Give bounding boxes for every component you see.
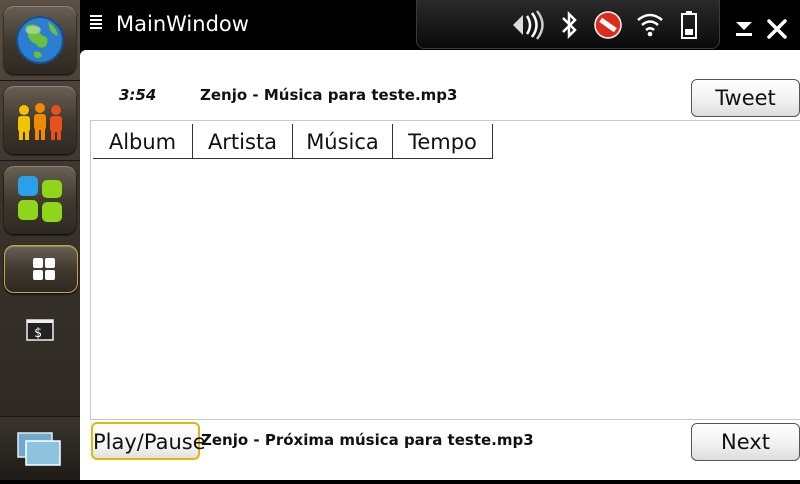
speaker-icon bbox=[513, 10, 544, 40]
status-area[interactable] bbox=[416, 0, 720, 49]
terminal-icon: $ bbox=[26, 319, 54, 341]
battery-icon bbox=[681, 11, 697, 39]
title-bar: MainWindow bbox=[80, 0, 800, 50]
globe-icon bbox=[16, 16, 64, 64]
app-dock: $ bbox=[0, 0, 80, 480]
column-header-artist[interactable]: Artista bbox=[193, 124, 293, 158]
column-header-album[interactable]: Album bbox=[93, 124, 193, 158]
bluetooth-icon bbox=[562, 10, 577, 40]
now-playing-track: Zenjo - Música para teste.mp3 bbox=[200, 86, 458, 104]
next-track-name: Zenjo - Próxima música para teste.mp3 bbox=[201, 431, 534, 449]
minimize-icon[interactable] bbox=[734, 18, 754, 38]
apps-grid-icon bbox=[18, 176, 62, 222]
column-header-song[interactable]: Música bbox=[293, 124, 393, 158]
play-pause-button[interactable]: Play/Pause bbox=[91, 422, 206, 460]
main-content: 3:54 Zenjo - Música para teste.mp3 Tweet… bbox=[80, 50, 800, 480]
wifi-icon bbox=[637, 13, 663, 37]
tweet-button[interactable]: Tweet bbox=[691, 79, 800, 117]
window-title[interactable]: MainWindow bbox=[116, 12, 249, 36]
people-icon bbox=[18, 103, 62, 140]
dashboard-icon bbox=[33, 258, 55, 280]
table-header: Album Artista Música Tempo bbox=[93, 124, 493, 159]
svg-text:$: $ bbox=[34, 326, 42, 341]
menu-icon[interactable] bbox=[90, 15, 102, 31]
dock-item-contacts[interactable] bbox=[4, 86, 76, 154]
offline-icon bbox=[594, 11, 622, 39]
windows-icon bbox=[17, 432, 61, 466]
dock-item-terminal[interactable]: $ bbox=[26, 318, 54, 346]
track-time: 3:54 bbox=[119, 86, 157, 104]
dock-item-dashboard[interactable] bbox=[4, 245, 78, 293]
dock-item-task-switcher[interactable] bbox=[0, 417, 80, 480]
dock-item-app-manager[interactable] bbox=[4, 166, 76, 234]
next-button[interactable]: Next bbox=[691, 423, 800, 461]
dock-item-web-browser[interactable] bbox=[4, 6, 76, 74]
column-header-time[interactable]: Tempo bbox=[393, 124, 493, 158]
close-icon[interactable] bbox=[766, 18, 788, 40]
track-table[interactable]: Album Artista Música Tempo bbox=[90, 120, 800, 420]
